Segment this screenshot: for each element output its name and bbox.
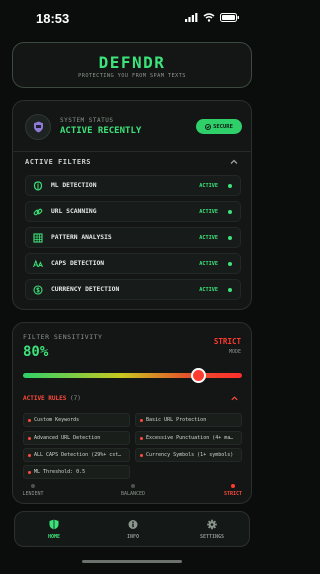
level-lenient[interactable]: LENIENT <box>13 491 53 497</box>
rule-text: Currency Symbols (1+ symbols) <box>146 452 234 458</box>
sensitivity-slider-track[interactable] <box>23 373 242 378</box>
active-rules-label: ACTIVE RULES <box>23 395 67 402</box>
nav-info[interactable]: INFO <box>94 512 172 548</box>
level-dot <box>31 484 35 488</box>
filter-name: PATTERN ANALYSIS <box>51 234 112 241</box>
status-card: SYSTEM STATUS ACTIVE RECENTLY SECURE ACT… <box>12 100 252 310</box>
rule-chip: ALL CAPS Detection (29%+ cst… <box>23 448 130 462</box>
rule-text: Basic URL Protection <box>146 417 207 423</box>
gear-icon <box>207 519 217 530</box>
grid-icon <box>33 233 43 243</box>
status-dot <box>228 262 232 266</box>
rule-chip: ML Threshold: 0.5 <box>23 465 130 479</box>
filter-name: CURRENCY DETECTION <box>51 286 120 293</box>
status-dot <box>228 184 232 188</box>
rule-chip: Basic URL Protection <box>135 413 242 427</box>
rule-text: ML Threshold: 0.5 <box>34 469 86 475</box>
status-dot <box>228 288 232 292</box>
filter-name: CAPS DETECTION <box>51 260 105 267</box>
signal-icon <box>185 13 198 22</box>
status-dot <box>228 210 232 214</box>
secure-badge: SECURE <box>196 119 242 134</box>
active-rules-count: (7) <box>69 395 81 402</box>
rule-text: Excessive Punctuation (4+ ma… <box>146 435 234 441</box>
filter-row-caps-detection[interactable]: CAPS DETECTION ACTIVE <box>25 253 241 274</box>
brain-icon <box>33 181 43 191</box>
rule-dot <box>140 454 143 457</box>
sensitivity-card: FILTER SENSITIVITY 80% STRICT MODE ACTIV… <box>12 322 252 504</box>
sensitivity-slider-thumb[interactable] <box>190 368 206 383</box>
rule-chip: Currency Symbols (1+ symbols) <box>135 448 242 462</box>
link-icon <box>33 208 43 216</box>
filter-row-ml-detection[interactable]: ML DETECTION ACTIVE <box>25 175 241 196</box>
level-dot-active <box>231 484 235 488</box>
app-header: DEFNDR PROTECTING YOU FROM SPAM TEXTS <box>12 42 252 88</box>
check-circle-icon <box>205 123 212 130</box>
rule-text: Custom Keywords <box>34 417 80 423</box>
filter-status: ACTIVE <box>199 235 218 241</box>
home-indicator <box>82 560 182 563</box>
rule-dot <box>140 437 143 440</box>
rule-text: ALL CAPS Detection (29%+ cst… <box>34 452 122 458</box>
filter-status: ACTIVE <box>199 183 218 189</box>
shield-icon <box>33 121 43 133</box>
bottom-nav: HOME INFO SETTINGS <box>14 511 250 547</box>
filter-status: ACTIVE <box>199 287 218 293</box>
rule-dot <box>140 419 143 422</box>
nav-label: HOME <box>47 534 61 540</box>
shield-icon <box>49 519 59 530</box>
active-filters-title: ACTIVE FILTERS <box>25 158 92 166</box>
filter-name: ML DETECTION <box>51 182 97 189</box>
nav-home[interactable]: HOME <box>15 512 93 548</box>
app-logo: DEFNDR <box>98 53 166 72</box>
sensitivity-mode: STRICT <box>213 337 241 346</box>
rule-chip: Excessive Punctuation (4+ ma… <box>135 431 242 445</box>
rule-chip: Custom Keywords <box>23 413 130 427</box>
currency-icon <box>33 285 43 295</box>
filter-row-url-scanning[interactable]: URL SCANNING ACTIVE <box>25 201 241 222</box>
system-status-value: ACTIVE RECENTLY <box>60 126 142 136</box>
chevron-up-icon[interactable] <box>230 394 239 403</box>
rule-dot <box>28 437 31 440</box>
status-time: 18:53 <box>36 11 70 26</box>
filter-status: ACTIVE <box>199 261 218 267</box>
nav-label: SETTINGS <box>199 534 225 540</box>
divider <box>13 151 251 152</box>
filter-row-currency-detection[interactable]: CURRENCY DETECTION ACTIVE <box>25 279 241 300</box>
text-case-icon <box>33 259 43 268</box>
nav-settings[interactable]: SETTINGS <box>173 512 251 548</box>
chevron-up-icon[interactable] <box>229 157 239 167</box>
mode-label: MODE <box>228 349 241 355</box>
filter-name: URL SCANNING <box>51 208 97 215</box>
rule-dot <box>28 419 31 422</box>
rule-chip: Advanced URL Detection <box>23 431 130 445</box>
wifi-icon <box>203 13 215 22</box>
app-tagline: PROTECTING YOU FROM SPAM TEXTS <box>78 73 186 79</box>
rule-text: Advanced URL Detection <box>34 435 101 441</box>
level-balanced[interactable]: BALANCED <box>113 491 153 497</box>
level-strict[interactable]: STRICT <box>213 491 253 497</box>
status-dot <box>228 236 232 240</box>
nav-label: INFO <box>126 534 140 540</box>
rule-dot <box>28 471 31 474</box>
system-status-badge <box>25 114 51 140</box>
battery-icon <box>220 13 239 22</box>
secure-badge-label: SECURE <box>213 123 233 130</box>
level-dot <box>131 484 135 488</box>
filter-row-pattern-analysis[interactable]: PATTERN ANALYSIS ACTIVE <box>25 227 241 248</box>
filter-status: ACTIVE <box>199 209 218 215</box>
info-icon <box>128 520 138 529</box>
system-status-label: SYSTEM STATUS <box>60 117 114 124</box>
status-icons <box>185 13 240 22</box>
sensitivity-value: 80% <box>23 344 49 360</box>
status-bar: 18:53 <box>0 0 264 36</box>
sensitivity-label: FILTER SENSITIVITY <box>23 333 103 341</box>
rule-dot <box>28 454 31 457</box>
active-rules-title: ACTIVE RULES (7) <box>23 395 81 402</box>
